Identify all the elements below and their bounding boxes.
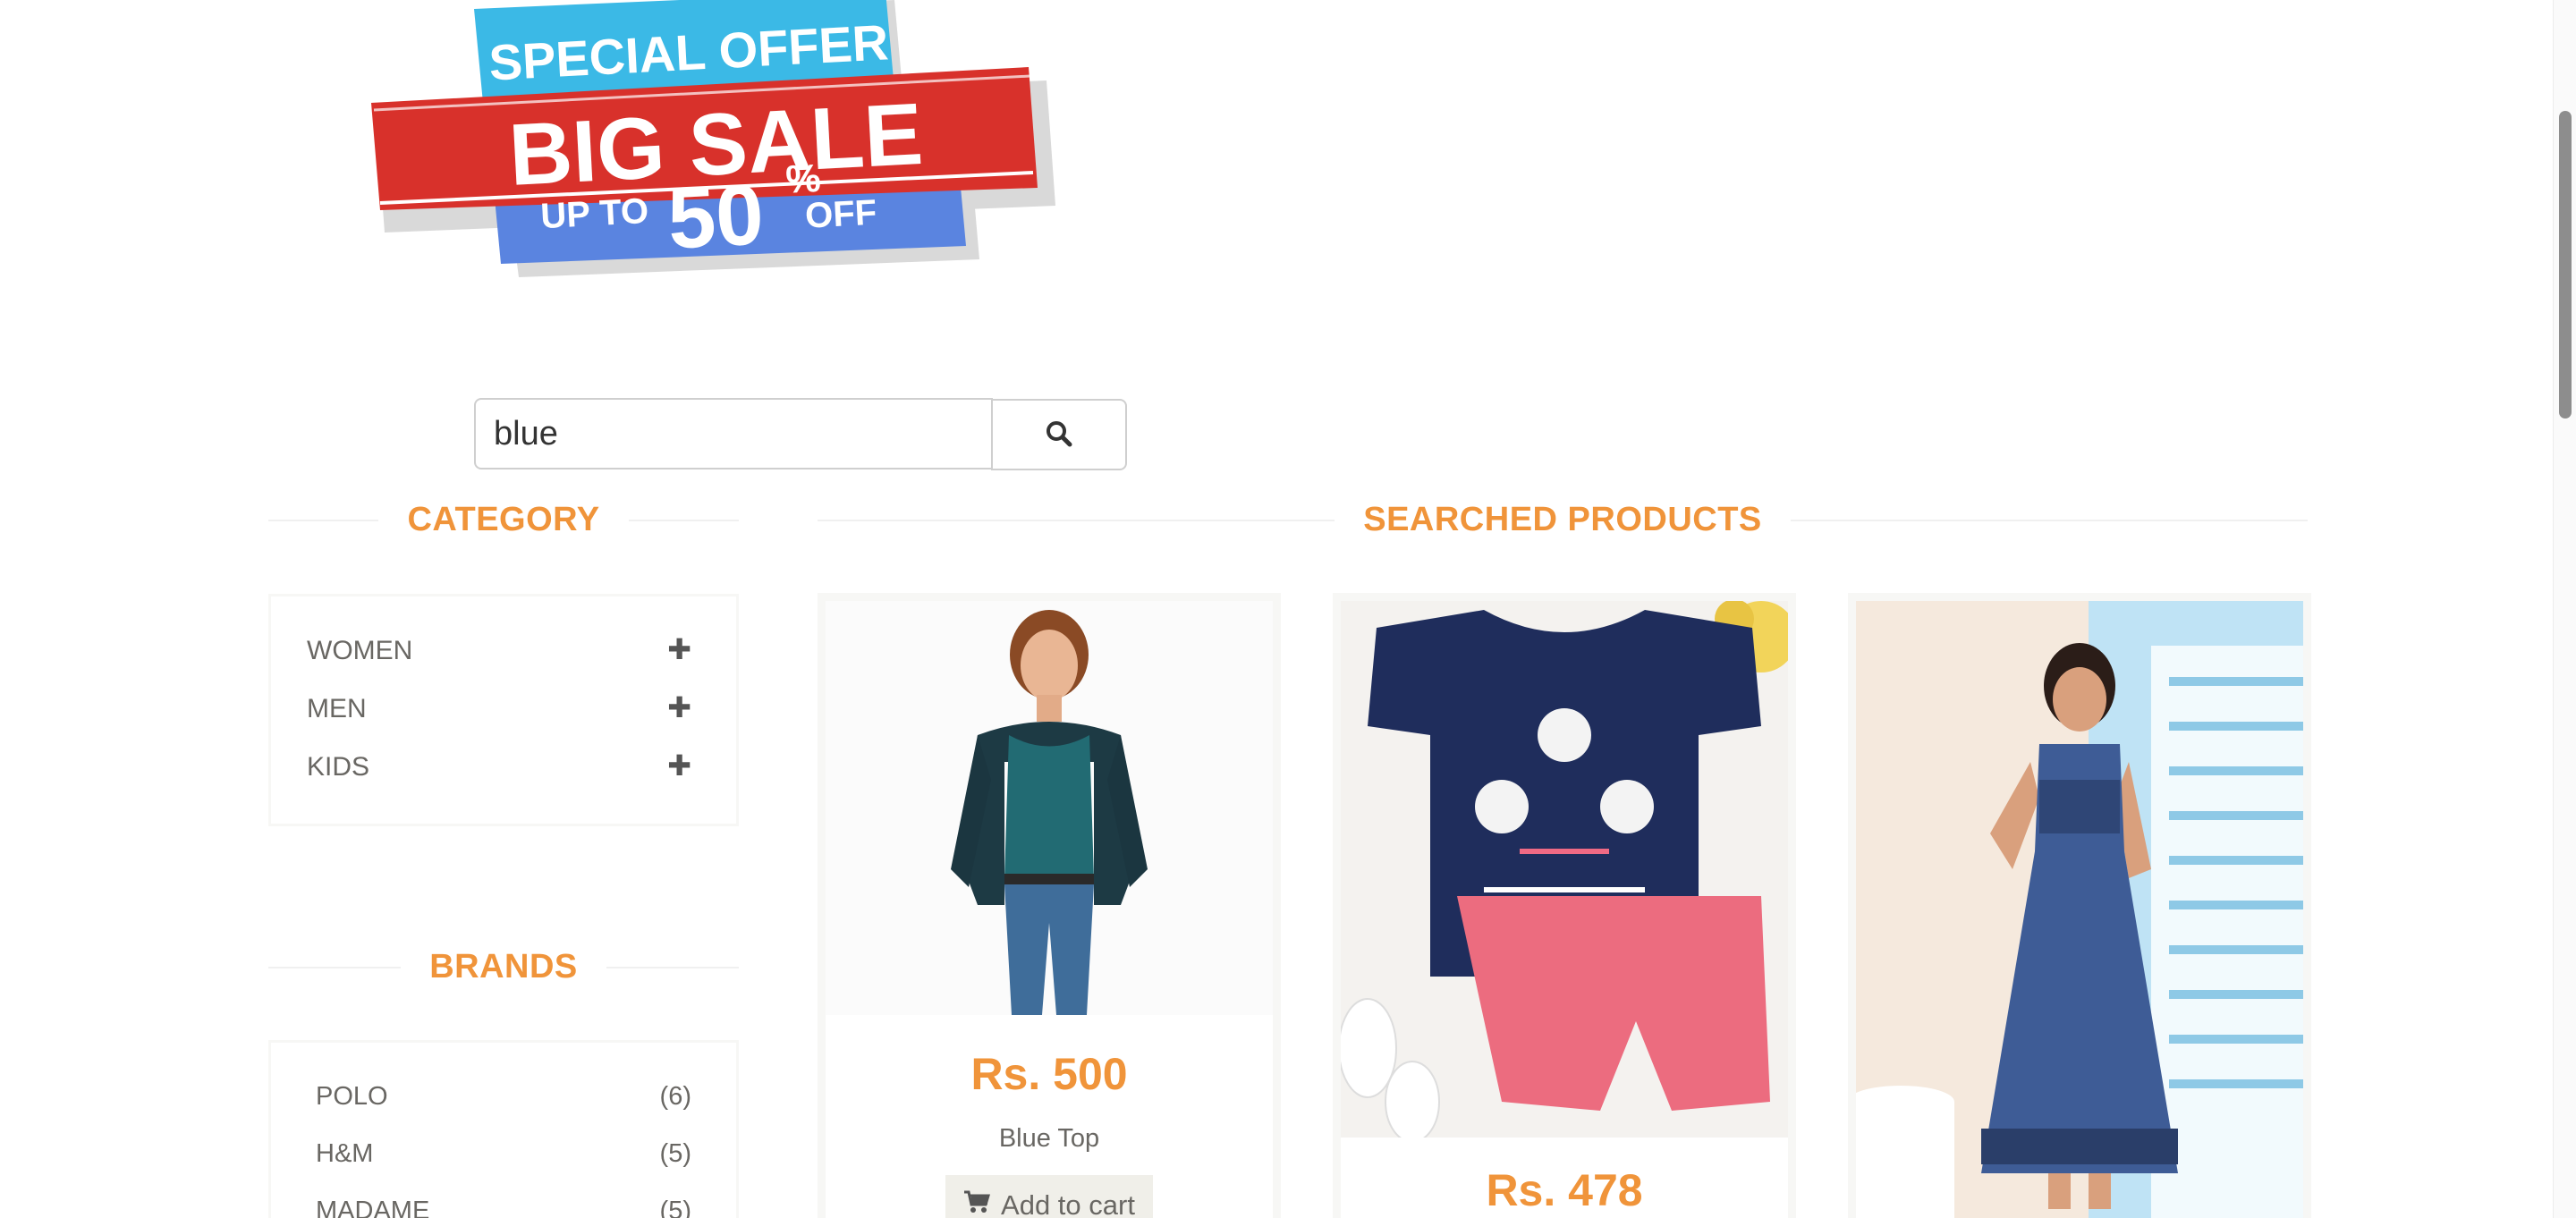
brand-name: MADAME [316,1197,430,1218]
category-panel: WOMEN ✚ MEN ✚ KIDS ✚ [268,594,739,826]
add-to-cart-label: Add to cart [1001,1189,1135,1218]
brand-count: (5) [659,1139,691,1168]
product-card [1848,593,2311,1218]
product-image [826,601,1273,1015]
product-name: Blue Top [998,1124,1100,1153]
brand-item-polo[interactable]: POLO (6) [316,1082,691,1112]
brands-title: BRANDS [429,948,578,985]
search-input[interactable] [476,400,991,468]
category-title: CATEGORY [407,501,600,538]
search-icon [1046,420,1072,450]
search-button[interactable] [991,399,1127,470]
category-heading: CATEGORY [268,501,739,539]
searched-products-title: SEARCHED PRODUCTS [1363,501,1762,538]
brand-count: (5) [659,1197,691,1218]
add-to-cart-button[interactable]: Add to cart [945,1175,1153,1218]
search-box [474,398,993,469]
brand-name: POLO [316,1082,388,1111]
category-label: WOMEN [307,636,413,665]
category-label: MEN [307,694,367,723]
product-image [1341,601,1788,1143]
brands-panel: POLO (6) H&M (5) MADAME (5) [268,1040,739,1218]
product-price: Rs. 500 [970,1049,1128,1099]
brands-heading: BRANDS [268,948,739,986]
product-card: Rs. 500 Blue Top Add to cart [818,593,1281,1218]
banner-off: OFF [804,193,877,236]
product-image [1856,601,2303,1218]
special-offer-banner: SPECIAL OFFER BIG SALE UP TO 50 % OFF [358,0,1073,286]
product-card: Rs. 478 [1333,593,1796,1218]
banner-percent: 50 [665,166,766,266]
cart-icon [963,1189,991,1218]
brand-item-hm[interactable]: H&M (5) [316,1139,691,1169]
brand-name: H&M [316,1139,374,1168]
brand-count: (6) [659,1082,691,1111]
plus-icon[interactable]: ✚ [667,690,691,724]
page-scrollbar-thumb[interactable] [2559,111,2572,419]
banner-up-to: UP TO [539,191,649,236]
brand-item-madame[interactable]: MADAME (5) [316,1197,691,1218]
searched-products-heading: SEARCHED PRODUCTS [818,501,2309,539]
product-price: Rs. 478 [1486,1165,1643,1215]
plus-icon[interactable]: ✚ [667,632,691,666]
category-label: KIDS [307,752,370,782]
plus-icon[interactable]: ✚ [667,749,691,782]
